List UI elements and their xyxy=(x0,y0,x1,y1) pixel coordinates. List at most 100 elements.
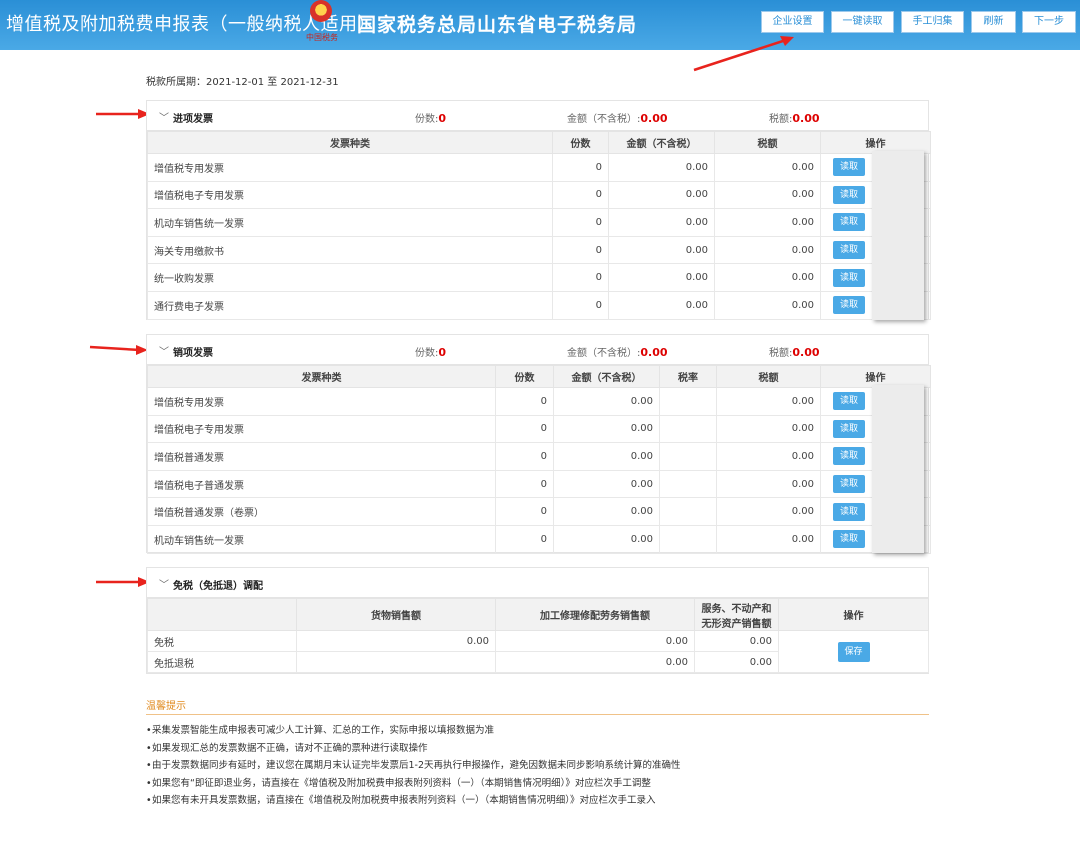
one-click-read-button[interactable]: 一键读取 xyxy=(831,11,894,33)
row-label: 免抵退税 xyxy=(147,651,297,673)
invoice-count: 0 xyxy=(552,208,609,237)
read-button[interactable]: 读取 xyxy=(833,392,865,411)
invoice-type: 机动车销售统一发票 xyxy=(147,524,496,554)
service-sales-input[interactable]: 0.00 xyxy=(694,651,779,673)
tax-emblem-logo: 中国税务 xyxy=(302,0,340,42)
invoice-amount: 0.00 xyxy=(608,235,715,265)
table-row: 机动车销售统一发票 0 0.00 0.00 读取 xyxy=(147,208,931,237)
labor-sales-input[interactable]: 0.00 xyxy=(495,630,695,652)
invoice-tax: 0.00 xyxy=(716,442,821,471)
exempt-header[interactable]: ﹀ 免税（免抵退）调配 xyxy=(147,568,928,598)
chevron-down-icon[interactable]: ﹀ xyxy=(159,576,169,591)
tax-summary: 税额:0.00 xyxy=(769,346,820,359)
invoice-count: 0 xyxy=(495,387,554,416)
invoice-amount: 0.00 xyxy=(553,497,660,526)
tax-rate xyxy=(659,387,717,416)
table-row: 增值税专用发票 0 0.00 0.00 读取 xyxy=(147,387,931,416)
exempt-table: 货物销售额 加工修理修配劳务销售额 服务、不动产和 无形资产销售额 操作 免税 0… xyxy=(147,598,929,673)
table-row: 增值税电子专用发票 0 0.00 0.00 读取 xyxy=(147,180,931,210)
output-invoice-header[interactable]: ﹀ 销项发票 份数:0 金额（不含税）:0.00 税额:0.00 xyxy=(147,335,928,365)
invoice-type: 机动车销售统一发票 xyxy=(147,208,553,237)
invoice-amount: 0.00 xyxy=(553,414,660,444)
invoice-tax: 0.00 xyxy=(714,290,821,320)
invoice-tax: 0.00 xyxy=(716,387,821,416)
agency-name: 国家税务总局山东省电子税务局 xyxy=(357,14,638,36)
table-row: 海关专用缴款书 0 0.00 0.00 读取 xyxy=(147,235,931,265)
list-item: 如果您有未开具发票数据，请直接在《增值税及附加税费申报表附列资料（一）（本期销售… xyxy=(146,792,681,810)
read-button[interactable]: 读取 xyxy=(833,213,865,232)
invoice-amount: 0.00 xyxy=(553,524,660,554)
invoice-type: 增值税电子专用发票 xyxy=(147,180,553,210)
read-button[interactable]: 读取 xyxy=(833,158,865,177)
goods-sales-input[interactable]: 0.00 xyxy=(296,630,496,652)
tax-summary: 税额:0.00 xyxy=(769,112,820,125)
column-header: 服务、不动产和 无形资产销售额 xyxy=(694,598,779,631)
column-header xyxy=(147,598,297,631)
invoice-count: 0 xyxy=(495,497,554,526)
table-row: 免税 0.00 0.00 0.00 保存 xyxy=(147,630,929,673)
list-item: 采集发票智能生成申报表可减少人工计算、汇总的工作，实际申报以填报数据为准 xyxy=(146,722,681,740)
goods-sales-input[interactable] xyxy=(296,651,496,673)
tips-list: 采集发票智能生成申报表可减少人工计算、汇总的工作，实际申报以填报数据为准 如果发… xyxy=(146,722,681,810)
count-summary: 份数:0 xyxy=(415,346,447,359)
column-header: 加工修理修配劳务销售额 xyxy=(495,598,695,631)
invoice-tax: 0.00 xyxy=(714,208,821,237)
tax-rate xyxy=(659,442,717,471)
invoice-type: 通行费电子发票 xyxy=(147,290,553,320)
labor-sales-input[interactable]: 0.00 xyxy=(495,651,695,673)
read-button[interactable]: 读取 xyxy=(833,296,865,315)
tax-rate xyxy=(659,469,717,499)
read-button[interactable]: 读取 xyxy=(833,419,865,438)
manual-collect-button[interactable]: 手工归集 xyxy=(901,11,964,33)
invoice-count: 0 xyxy=(552,235,609,265)
invoice-tax: 0.00 xyxy=(714,180,821,210)
invoice-amount: 0.00 xyxy=(553,442,660,471)
invoice-amount: 0.00 xyxy=(608,153,715,182)
section-title: 销项发票 xyxy=(173,348,213,359)
table-row: 增值税专用发票 0 0.00 0.00 读取 xyxy=(147,153,931,182)
invoice-tax: 0.00 xyxy=(714,153,821,182)
next-step-button[interactable]: 下一步 xyxy=(1022,11,1076,33)
tax-period: 税款所属期：2021-12-01 至 2021-12-31 xyxy=(146,77,339,88)
input-invoice-header[interactable]: ﹀ 进项发票 份数:0 金额（不含税）:0.00 税额:0.00 xyxy=(147,101,928,131)
invoice-amount: 0.00 xyxy=(553,469,660,499)
refresh-button[interactable]: 刷新 xyxy=(971,11,1016,33)
output-invoice-table: 发票种类 份数 金额（不含税） 税率 税额 操作 增值税专用发票 0 0.00 0.0… xyxy=(147,365,931,554)
section-title: 进项发票 xyxy=(173,114,213,125)
read-button[interactable]: 读取 xyxy=(833,241,865,260)
tips-title: 温馨提示 xyxy=(146,701,186,712)
chevron-down-icon[interactable]: ﹀ xyxy=(159,343,169,358)
amount-summary: 金额（不含税）:0.00 xyxy=(567,112,668,125)
scroll-shadow-panel xyxy=(872,151,924,320)
invoice-count: 0 xyxy=(552,290,609,320)
column-header: 份数 xyxy=(552,131,609,154)
read-button[interactable]: 读取 xyxy=(833,447,865,466)
read-button[interactable]: 读取 xyxy=(833,475,865,494)
invoice-amount: 0.00 xyxy=(553,387,660,416)
column-header: 税额 xyxy=(716,365,821,388)
column-header: 份数 xyxy=(495,365,554,388)
emblem-caption: 中国税务 xyxy=(306,33,338,42)
read-button[interactable]: 读取 xyxy=(833,268,865,287)
service-sales-input[interactable]: 0.00 xyxy=(694,630,779,652)
invoice-type: 增值税专用发票 xyxy=(147,153,553,182)
column-header: 税额 xyxy=(714,131,821,154)
table-row: 增值税普通发票（卷票） 0 0.00 0.00 读取 xyxy=(147,497,931,526)
read-button[interactable]: 读取 xyxy=(833,530,865,549)
enterprise-settings-button[interactable]: 企业设置 xyxy=(761,11,824,33)
column-header: 货物销售额 xyxy=(296,598,496,631)
save-button[interactable]: 保存 xyxy=(837,641,870,662)
input-invoice-panel: ﹀ 进项发票 份数:0 金额（不含税）:0.00 税额:0.00 发票种类 份数… xyxy=(146,100,931,320)
invoice-amount: 0.00 xyxy=(608,290,715,320)
chevron-down-icon[interactable]: ﹀ xyxy=(159,109,169,124)
column-header: 税率 xyxy=(659,365,717,388)
read-button[interactable]: 读取 xyxy=(833,502,865,521)
invoice-type: 增值税电子普通发票 xyxy=(147,469,496,499)
invoice-count: 0 xyxy=(552,153,609,182)
input-invoice-table: 发票种类 份数 金额（不含税） 税额 操作 增值税专用发票 0 0.00 0.00 读取… xyxy=(147,131,931,320)
read-button[interactable]: 读取 xyxy=(833,185,865,204)
invoice-amount: 0.00 xyxy=(608,263,715,292)
red-arrow-icon xyxy=(96,109,150,119)
invoice-tax: 0.00 xyxy=(716,524,821,554)
column-header: 金额（不含税） xyxy=(608,131,715,154)
